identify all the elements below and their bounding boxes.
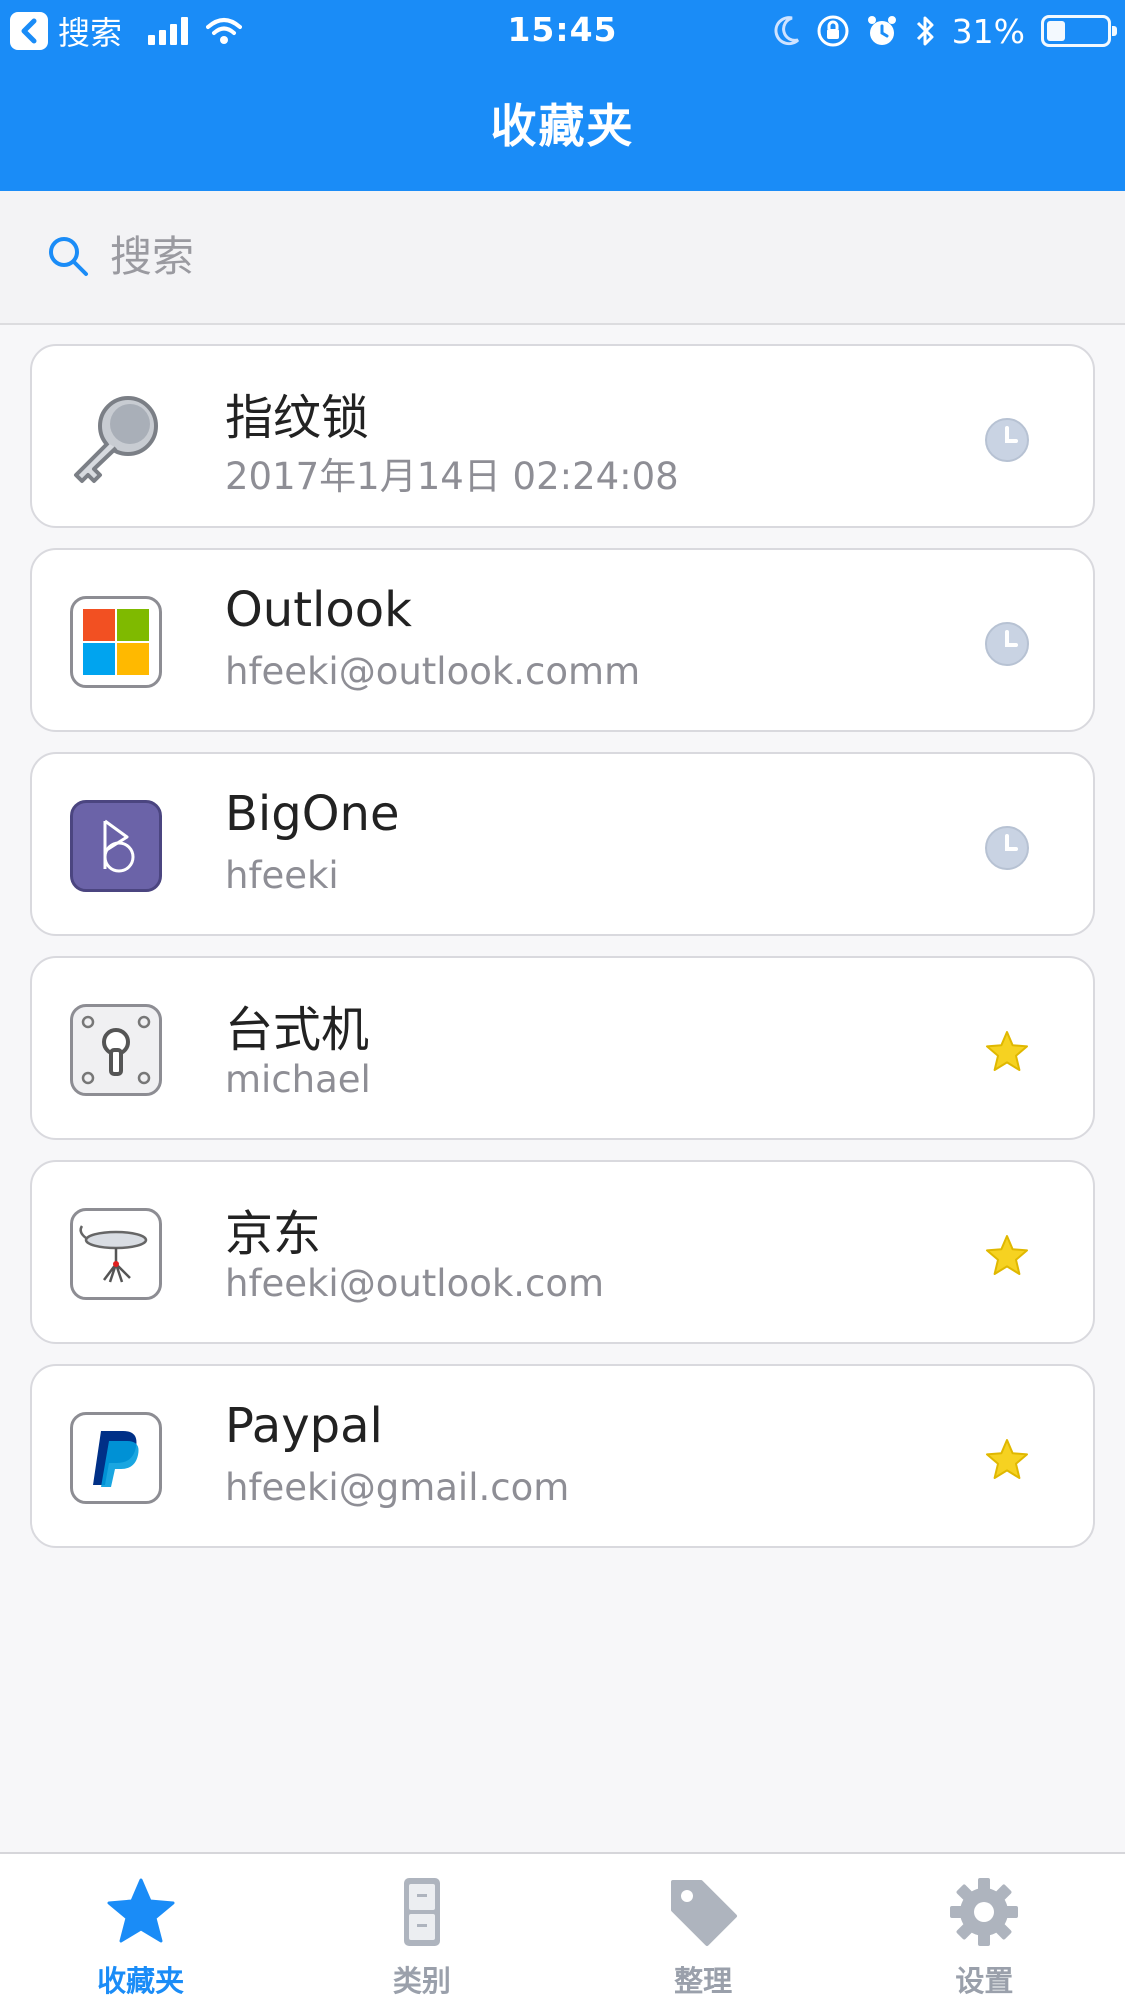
tab-label: 整理 [674,1964,733,1998]
list-item[interactable]: 京东 hfeeki@outlook.com [30,1160,1095,1344]
search-bar [0,191,1125,325]
item-title: 京东 [225,1206,322,1262]
key-icon [70,392,162,484]
item-subtitle: michael [225,1058,371,1101]
jd-logo-icon [70,1208,162,1300]
rotation-lock-icon [817,15,849,47]
item-subtitle: hfeeki [225,854,339,897]
tab-categories[interactable]: 类别 [281,1854,562,2001]
star-icon[interactable] [983,1436,1031,1484]
keyhole-safe-icon [70,1004,162,1096]
item-subtitle: hfeeki@gmail.com [225,1466,570,1509]
paypal-logo-icon [70,1412,162,1504]
tab-label: 收藏夹 [97,1964,185,1998]
search-icon [49,237,88,276]
item-title: 指纹锁 [225,390,370,446]
battery-fill [1047,21,1065,41]
list-item[interactable]: Outlook hfeeki@outlook.comm [30,548,1095,732]
favorites-list: 指纹锁 2017年1月14日 02:24:08 Outlook hfeeki@o… [30,344,1095,1568]
item-subtitle: 2017年1月14日 02:24:08 [225,455,679,498]
bigone-logo-icon [70,800,162,892]
search-input[interactable] [110,231,1010,281]
battery-icon [1041,15,1117,47]
clock-icon [985,418,1029,462]
top-bar: 搜索 15:45 31% 收藏夹 [0,0,1125,191]
item-title: Outlook [225,582,412,638]
clock-icon [985,826,1029,870]
item-subtitle: hfeeki@outlook.comm [225,650,641,693]
tab-label: 设置 [955,1964,1014,1998]
clock-icon [985,622,1029,666]
star-icon [107,1878,175,1943]
list-item[interactable]: Paypal hfeeki@gmail.com [30,1364,1095,1548]
tag-icon [671,1880,738,1946]
outlook-logo-icon [70,596,162,688]
item-title: Paypal [225,1398,383,1454]
item-title: 台式机 [225,1002,370,1058]
battery-percent: 31% [951,11,1025,51]
page-title: 收藏夹 [490,99,635,153]
star-icon[interactable] [983,1232,1031,1280]
status-bar: 搜索 15:45 31% [0,0,1125,62]
tab-favorites[interactable]: 收藏夹 [0,1854,281,2001]
cabinet-icon [403,1878,440,1946]
list-item[interactable]: 指纹锁 2017年1月14日 02:24:08 [30,344,1095,528]
list-item[interactable]: 台式机 michael [30,956,1095,1140]
tab-organize[interactable]: 整理 [563,1854,844,2001]
alarm-icon [867,16,896,45]
star-icon[interactable] [983,1028,1031,1076]
tab-settings[interactable]: 设置 [844,1854,1125,2001]
bluetooth-icon [916,16,934,46]
tab-bar: 收藏夹 类别 整理 设置 [0,1852,1125,2001]
tab-label: 类别 [392,1964,451,1998]
moon-icon [774,16,799,46]
search-box[interactable] [26,206,1099,306]
gear-icon [950,1878,1019,1946]
item-subtitle: hfeeki@outlook.com [225,1262,605,1305]
item-title: BigOne [225,786,400,842]
list-item[interactable]: BigOne hfeeki [30,752,1095,936]
